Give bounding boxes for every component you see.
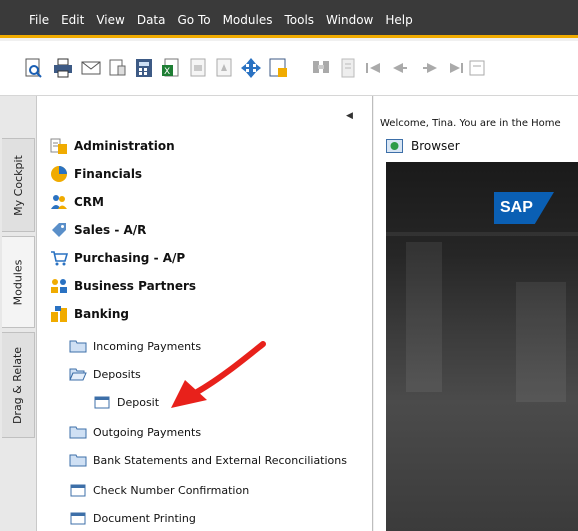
tree-label: Deposit — [117, 395, 160, 409]
tree-label: Administration — [74, 139, 175, 153]
add-icon[interactable] — [337, 57, 359, 79]
filter-icon[interactable] — [466, 57, 488, 79]
word-icon[interactable] — [187, 57, 209, 79]
tree-label: Purchasing - A/P — [74, 251, 186, 265]
tree-label: Banking — [74, 307, 130, 321]
tree-label: CRM — [74, 195, 104, 209]
module-sales[interactable]: Sales - A/R — [37, 216, 373, 244]
tree-label: Outgoing Payments — [93, 425, 202, 439]
administration-icon — [50, 137, 68, 155]
financials-icon — [50, 165, 68, 183]
menu-modules[interactable]: Modules — [223, 13, 273, 27]
tree-label: Document Printing — [93, 511, 196, 525]
tree-item-document-printing[interactable]: Document Printing — [37, 504, 373, 531]
tab-drag-relate[interactable]: Drag & Relate — [2, 332, 35, 438]
tab-modules-label: Modules — [11, 259, 25, 305]
tree-item-bank-statements[interactable]: Bank Statements and External Reconciliat… — [37, 446, 373, 474]
sap-logo: SAP — [494, 192, 554, 224]
toolbar: X — [0, 41, 578, 96]
collapse-panel-icon[interactable]: ◀ — [346, 111, 353, 121]
folder-open-icon — [69, 365, 87, 383]
module-administration[interactable]: Administration — [37, 132, 373, 160]
tab-my-cockpit[interactable]: My Cockpit — [2, 138, 35, 232]
tree-item-outgoing-payments[interactable]: Outgoing Payments — [37, 418, 373, 446]
calculator-icon[interactable] — [133, 57, 155, 79]
find-icon[interactable] — [310, 57, 332, 79]
tab-my-cockpit-label: My Cockpit — [11, 154, 25, 216]
module-business-partners[interactable]: Business Partners — [37, 272, 373, 300]
tree-label: Financials — [74, 167, 143, 181]
tree-label: Bank Statements and External Reconciliat… — [93, 453, 347, 467]
pdf-icon[interactable] — [213, 57, 235, 79]
annotation-arrow — [171, 341, 266, 408]
print-icon[interactable] — [52, 57, 74, 79]
export-icon[interactable] — [106, 57, 128, 79]
email-icon[interactable] — [80, 57, 102, 79]
side-tabs: My Cockpit Modules Drag & Relate — [0, 96, 37, 531]
tree-label: Business Partners — [74, 279, 197, 293]
menu-data[interactable]: Data — [137, 13, 166, 27]
menu-go-to[interactable]: Go To — [177, 13, 210, 27]
sales-icon — [50, 221, 68, 239]
form-icon — [69, 481, 87, 499]
folder-icon — [69, 451, 87, 469]
sap-logo-text: SAP — [500, 199, 533, 216]
home-banner-image: SAP — [386, 162, 578, 531]
form-icon — [93, 393, 111, 411]
menu-edit[interactable]: Edit — [61, 13, 84, 27]
folder-icon — [69, 337, 87, 355]
next-record-icon[interactable] — [420, 57, 442, 79]
module-purchasing[interactable]: Purchasing - A/P — [37, 244, 373, 272]
menu-list: File Edit View Data Go To Modules Tools … — [29, 13, 425, 27]
tab-drag-relate-label: Drag & Relate — [11, 346, 25, 424]
lock-icon[interactable] — [267, 57, 289, 79]
purchasing-icon — [50, 249, 68, 267]
menu-help[interactable]: Help — [385, 13, 412, 27]
tree-label: Deposits — [93, 367, 141, 381]
business-partners-icon — [50, 277, 68, 295]
previous-record-icon[interactable] — [388, 57, 410, 79]
last-record-icon[interactable] — [445, 57, 467, 79]
menu-view[interactable]: View — [96, 13, 124, 27]
banking-icon — [50, 305, 68, 323]
browser-icon — [386, 139, 403, 153]
module-banking[interactable]: Banking — [37, 300, 373, 328]
print-preview-icon[interactable] — [22, 57, 44, 79]
menu-bar: File Edit View Data Go To Modules Tools … — [0, 0, 578, 38]
tree-label: Check Number Confirmation — [93, 483, 250, 497]
tree-item-check-number-confirmation[interactable]: Check Number Confirmation — [37, 476, 373, 504]
menu-file[interactable]: File — [29, 13, 49, 27]
tree-label: Sales - A/R — [74, 223, 147, 237]
move-icon[interactable] — [240, 57, 262, 79]
modules-panel: ◀ Administration Financials CRM Sales - … — [37, 96, 373, 531]
browser-label: Browser — [411, 139, 460, 153]
browser-tab[interactable]: Browser — [386, 136, 460, 156]
welcome-text: Welcome, Tina. You are in the Home — [380, 118, 561, 129]
module-crm[interactable]: CRM — [37, 188, 373, 216]
excel-icon[interactable]: X — [160, 57, 182, 79]
menu-window[interactable]: Window — [326, 13, 373, 27]
crm-icon — [50, 193, 68, 211]
form-icon — [69, 509, 87, 527]
folder-icon — [69, 423, 87, 441]
tab-modules[interactable]: Modules — [2, 236, 35, 328]
module-financials[interactable]: Financials — [37, 160, 373, 188]
menu-tools[interactable]: Tools — [284, 13, 314, 27]
first-record-icon[interactable] — [363, 57, 385, 79]
svg-text:X: X — [164, 67, 170, 77]
home-content: Welcome, Tina. You are in the Home Brows… — [374, 96, 578, 531]
